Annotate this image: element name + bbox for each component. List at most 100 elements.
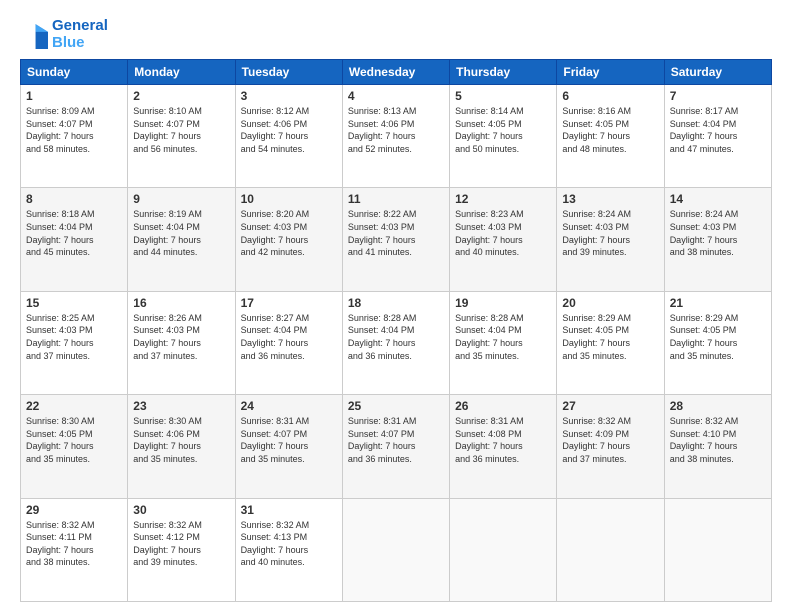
day-number: 25 bbox=[348, 399, 444, 413]
calendar-cell: 9 Sunrise: 8:19 AM Sunset: 4:04 PM Dayli… bbox=[128, 188, 235, 291]
calendar-cell: 11 Sunrise: 8:22 AM Sunset: 4:03 PM Dayl… bbox=[342, 188, 449, 291]
day-number: 22 bbox=[26, 399, 122, 413]
cell-content: Sunrise: 8:28 AM Sunset: 4:04 PM Dayligh… bbox=[348, 312, 444, 362]
day-number: 9 bbox=[133, 192, 229, 206]
week-row-2: 8 Sunrise: 8:18 AM Sunset: 4:04 PM Dayli… bbox=[21, 188, 772, 291]
cell-content: Sunrise: 8:23 AM Sunset: 4:03 PM Dayligh… bbox=[455, 208, 551, 258]
calendar-cell: 7 Sunrise: 8:17 AM Sunset: 4:04 PM Dayli… bbox=[664, 85, 771, 188]
day-number: 20 bbox=[562, 296, 658, 310]
cell-content: Sunrise: 8:19 AM Sunset: 4:04 PM Dayligh… bbox=[133, 208, 229, 258]
calendar-cell: 13 Sunrise: 8:24 AM Sunset: 4:03 PM Dayl… bbox=[557, 188, 664, 291]
cell-content: Sunrise: 8:26 AM Sunset: 4:03 PM Dayligh… bbox=[133, 312, 229, 362]
calendar-cell: 28 Sunrise: 8:32 AM Sunset: 4:10 PM Dayl… bbox=[664, 395, 771, 498]
day-number: 17 bbox=[241, 296, 337, 310]
cell-content: Sunrise: 8:31 AM Sunset: 4:07 PM Dayligh… bbox=[241, 415, 337, 465]
page: General Blue Sunday Monday Tuesday Wedne… bbox=[0, 0, 792, 612]
col-sunday: Sunday bbox=[21, 60, 128, 85]
cell-content: Sunrise: 8:22 AM Sunset: 4:03 PM Dayligh… bbox=[348, 208, 444, 258]
calendar-cell bbox=[557, 498, 664, 601]
day-number: 18 bbox=[348, 296, 444, 310]
calendar-cell: 31 Sunrise: 8:32 AM Sunset: 4:13 PM Dayl… bbox=[235, 498, 342, 601]
day-number: 31 bbox=[241, 503, 337, 517]
header: General Blue bbox=[20, 18, 772, 51]
day-number: 11 bbox=[348, 192, 444, 206]
cell-content: Sunrise: 8:13 AM Sunset: 4:06 PM Dayligh… bbox=[348, 105, 444, 155]
day-number: 3 bbox=[241, 89, 337, 103]
day-number: 7 bbox=[670, 89, 766, 103]
week-row-1: 1 Sunrise: 8:09 AM Sunset: 4:07 PM Dayli… bbox=[21, 85, 772, 188]
cell-content: Sunrise: 8:32 AM Sunset: 4:12 PM Dayligh… bbox=[133, 519, 229, 569]
col-tuesday: Tuesday bbox=[235, 60, 342, 85]
cell-content: Sunrise: 8:20 AM Sunset: 4:03 PM Dayligh… bbox=[241, 208, 337, 258]
day-number: 23 bbox=[133, 399, 229, 413]
calendar-cell: 23 Sunrise: 8:30 AM Sunset: 4:06 PM Dayl… bbox=[128, 395, 235, 498]
day-number: 16 bbox=[133, 296, 229, 310]
cell-content: Sunrise: 8:27 AM Sunset: 4:04 PM Dayligh… bbox=[241, 312, 337, 362]
cell-content: Sunrise: 8:31 AM Sunset: 4:08 PM Dayligh… bbox=[455, 415, 551, 465]
day-number: 28 bbox=[670, 399, 766, 413]
calendar-cell: 21 Sunrise: 8:29 AM Sunset: 4:05 PM Dayl… bbox=[664, 291, 771, 394]
cell-content: Sunrise: 8:32 AM Sunset: 4:10 PM Dayligh… bbox=[670, 415, 766, 465]
day-number: 26 bbox=[455, 399, 551, 413]
cell-content: Sunrise: 8:25 AM Sunset: 4:03 PM Dayligh… bbox=[26, 312, 122, 362]
calendar-cell: 20 Sunrise: 8:29 AM Sunset: 4:05 PM Dayl… bbox=[557, 291, 664, 394]
week-row-4: 22 Sunrise: 8:30 AM Sunset: 4:05 PM Dayl… bbox=[21, 395, 772, 498]
calendar-cell bbox=[342, 498, 449, 601]
calendar-cell: 4 Sunrise: 8:13 AM Sunset: 4:06 PM Dayli… bbox=[342, 85, 449, 188]
cell-content: Sunrise: 8:09 AM Sunset: 4:07 PM Dayligh… bbox=[26, 105, 122, 155]
cell-content: Sunrise: 8:32 AM Sunset: 4:09 PM Dayligh… bbox=[562, 415, 658, 465]
cell-content: Sunrise: 8:32 AM Sunset: 4:11 PM Dayligh… bbox=[26, 519, 122, 569]
day-number: 29 bbox=[26, 503, 122, 517]
calendar-cell: 19 Sunrise: 8:28 AM Sunset: 4:04 PM Dayl… bbox=[450, 291, 557, 394]
col-thursday: Thursday bbox=[450, 60, 557, 85]
cell-content: Sunrise: 8:32 AM Sunset: 4:13 PM Dayligh… bbox=[241, 519, 337, 569]
col-wednesday: Wednesday bbox=[342, 60, 449, 85]
calendar-cell: 22 Sunrise: 8:30 AM Sunset: 4:05 PM Dayl… bbox=[21, 395, 128, 498]
calendar-cell: 24 Sunrise: 8:31 AM Sunset: 4:07 PM Dayl… bbox=[235, 395, 342, 498]
calendar-cell bbox=[664, 498, 771, 601]
generalblue-logo-icon bbox=[20, 21, 48, 49]
day-number: 15 bbox=[26, 296, 122, 310]
header-row: Sunday Monday Tuesday Wednesday Thursday… bbox=[21, 60, 772, 85]
calendar-cell: 26 Sunrise: 8:31 AM Sunset: 4:08 PM Dayl… bbox=[450, 395, 557, 498]
day-number: 14 bbox=[670, 192, 766, 206]
week-row-5: 29 Sunrise: 8:32 AM Sunset: 4:11 PM Dayl… bbox=[21, 498, 772, 601]
cell-content: Sunrise: 8:30 AM Sunset: 4:06 PM Dayligh… bbox=[133, 415, 229, 465]
calendar-cell: 27 Sunrise: 8:32 AM Sunset: 4:09 PM Dayl… bbox=[557, 395, 664, 498]
calendar-cell: 15 Sunrise: 8:25 AM Sunset: 4:03 PM Dayl… bbox=[21, 291, 128, 394]
day-number: 8 bbox=[26, 192, 122, 206]
cell-content: Sunrise: 8:29 AM Sunset: 4:05 PM Dayligh… bbox=[670, 312, 766, 362]
cell-content: Sunrise: 8:24 AM Sunset: 4:03 PM Dayligh… bbox=[670, 208, 766, 258]
calendar-cell: 1 Sunrise: 8:09 AM Sunset: 4:07 PM Dayli… bbox=[21, 85, 128, 188]
calendar-cell: 30 Sunrise: 8:32 AM Sunset: 4:12 PM Dayl… bbox=[128, 498, 235, 601]
day-number: 21 bbox=[670, 296, 766, 310]
calendar-cell: 2 Sunrise: 8:10 AM Sunset: 4:07 PM Dayli… bbox=[128, 85, 235, 188]
day-number: 6 bbox=[562, 89, 658, 103]
calendar-cell: 10 Sunrise: 8:20 AM Sunset: 4:03 PM Dayl… bbox=[235, 188, 342, 291]
day-number: 13 bbox=[562, 192, 658, 206]
cell-content: Sunrise: 8:30 AM Sunset: 4:05 PM Dayligh… bbox=[26, 415, 122, 465]
cell-content: Sunrise: 8:24 AM Sunset: 4:03 PM Dayligh… bbox=[562, 208, 658, 258]
calendar-cell: 12 Sunrise: 8:23 AM Sunset: 4:03 PM Dayl… bbox=[450, 188, 557, 291]
cell-content: Sunrise: 8:14 AM Sunset: 4:05 PM Dayligh… bbox=[455, 105, 551, 155]
week-row-3: 15 Sunrise: 8:25 AM Sunset: 4:03 PM Dayl… bbox=[21, 291, 772, 394]
calendar-cell: 14 Sunrise: 8:24 AM Sunset: 4:03 PM Dayl… bbox=[664, 188, 771, 291]
day-number: 19 bbox=[455, 296, 551, 310]
day-number: 30 bbox=[133, 503, 229, 517]
cell-content: Sunrise: 8:29 AM Sunset: 4:05 PM Dayligh… bbox=[562, 312, 658, 362]
cell-content: Sunrise: 8:12 AM Sunset: 4:06 PM Dayligh… bbox=[241, 105, 337, 155]
col-monday: Monday bbox=[128, 60, 235, 85]
logo: General Blue bbox=[20, 18, 108, 51]
calendar-cell: 25 Sunrise: 8:31 AM Sunset: 4:07 PM Dayl… bbox=[342, 395, 449, 498]
calendar-cell: 5 Sunrise: 8:14 AM Sunset: 4:05 PM Dayli… bbox=[450, 85, 557, 188]
calendar-cell: 3 Sunrise: 8:12 AM Sunset: 4:06 PM Dayli… bbox=[235, 85, 342, 188]
calendar-cell bbox=[450, 498, 557, 601]
calendar-cell: 18 Sunrise: 8:28 AM Sunset: 4:04 PM Dayl… bbox=[342, 291, 449, 394]
cell-content: Sunrise: 8:28 AM Sunset: 4:04 PM Dayligh… bbox=[455, 312, 551, 362]
cell-content: Sunrise: 8:16 AM Sunset: 4:05 PM Dayligh… bbox=[562, 105, 658, 155]
calendar-cell: 16 Sunrise: 8:26 AM Sunset: 4:03 PM Dayl… bbox=[128, 291, 235, 394]
calendar-cell: 8 Sunrise: 8:18 AM Sunset: 4:04 PM Dayli… bbox=[21, 188, 128, 291]
calendar-cell: 17 Sunrise: 8:27 AM Sunset: 4:04 PM Dayl… bbox=[235, 291, 342, 394]
calendar-cell: 29 Sunrise: 8:32 AM Sunset: 4:11 PM Dayl… bbox=[21, 498, 128, 601]
day-number: 2 bbox=[133, 89, 229, 103]
